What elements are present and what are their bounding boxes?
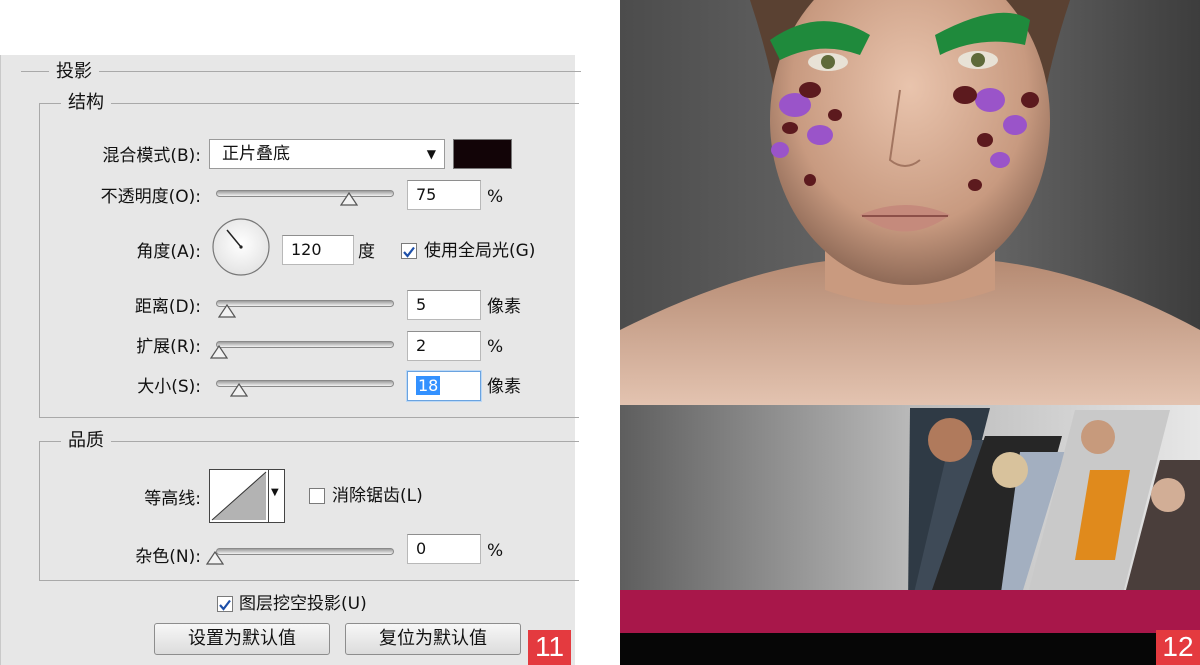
noise-unit: % xyxy=(487,541,504,561)
shadow-color-swatch[interactable] xyxy=(453,139,512,169)
opacity-slider-track[interactable] xyxy=(216,190,394,197)
opacity-label: 不透明度(O): xyxy=(100,187,201,207)
opacity-slider-thumb[interactable] xyxy=(339,191,359,206)
figure-number-badge: 11 xyxy=(528,630,571,665)
noise-input[interactable]: 0 xyxy=(407,534,481,564)
fashion-poster-image: 12 xyxy=(620,0,1200,665)
anti-alias-label[interactable]: 消除锯齿(L) xyxy=(332,485,423,507)
anti-alias-checkbox[interactable] xyxy=(309,488,325,504)
distance-unit: 像素 xyxy=(487,297,521,317)
opacity-unit: % xyxy=(487,187,504,207)
size-slider-thumb[interactable] xyxy=(229,382,249,397)
contour-linear-icon xyxy=(211,471,267,521)
set-default-button[interactable]: 设置为默认值 xyxy=(154,623,330,655)
drop-shadow-dialog: 投影 结构 混合模式(B): 正片叠底 ▼ 不透明度(O): 75 % 角度(A… xyxy=(0,55,581,665)
knockout-label[interactable]: 图层挖空投影(U) xyxy=(239,593,367,615)
knockout-checkbox[interactable] xyxy=(217,596,233,612)
spread-input[interactable]: 2 xyxy=(407,331,481,361)
structure-title: 结构 xyxy=(61,92,111,114)
size-label: 大小(S): xyxy=(137,377,201,397)
distance-slider-track[interactable] xyxy=(216,300,394,307)
spread-slider-track[interactable] xyxy=(216,341,394,348)
drop-shadow-title: 投影 xyxy=(49,61,99,83)
angle-input[interactable]: 120 xyxy=(282,235,354,265)
distance-label: 距离(D): xyxy=(134,297,201,317)
size-unit: 像素 xyxy=(487,377,521,397)
size-input-value: 18 xyxy=(416,376,441,395)
quality-title: 品质 xyxy=(61,430,111,452)
distance-slider-thumb[interactable] xyxy=(217,303,237,318)
contour-dropdown-icon: ▼ xyxy=(271,487,279,498)
poster-artwork xyxy=(620,0,1200,665)
global-light-label[interactable]: 使用全局光(G) xyxy=(424,240,535,262)
check-icon xyxy=(403,246,415,258)
blend-mode-label: 混合模式(B): xyxy=(102,146,201,166)
spread-label: 扩展(R): xyxy=(136,337,201,357)
reset-default-button[interactable]: 复位为默认值 xyxy=(345,623,521,655)
check-icon xyxy=(219,599,231,611)
size-input[interactable]: 18 xyxy=(407,371,481,401)
blend-mode-select[interactable]: 正片叠底 ▼ xyxy=(209,139,445,169)
noise-slider-thumb[interactable] xyxy=(205,550,225,565)
contour-picker[interactable]: ▼ xyxy=(209,469,285,523)
chevron-down-icon: ▼ xyxy=(426,147,436,161)
angle-label: 角度(A): xyxy=(136,242,201,262)
global-light-checkbox[interactable] xyxy=(401,243,417,259)
spread-slider-thumb[interactable] xyxy=(209,344,229,359)
blend-mode-value: 正片叠底 xyxy=(222,144,290,164)
noise-slider-track[interactable] xyxy=(216,548,394,555)
angle-unit: 度 xyxy=(358,242,375,262)
figure-number-badge-right: 12 xyxy=(1156,630,1200,665)
spread-unit: % xyxy=(487,337,504,357)
opacity-input[interactable]: 75 xyxy=(407,180,481,210)
angle-dial[interactable] xyxy=(211,217,271,277)
contour-label: 等高线: xyxy=(144,489,201,509)
noise-label: 杂色(N): xyxy=(135,547,201,567)
distance-input[interactable]: 5 xyxy=(407,290,481,320)
